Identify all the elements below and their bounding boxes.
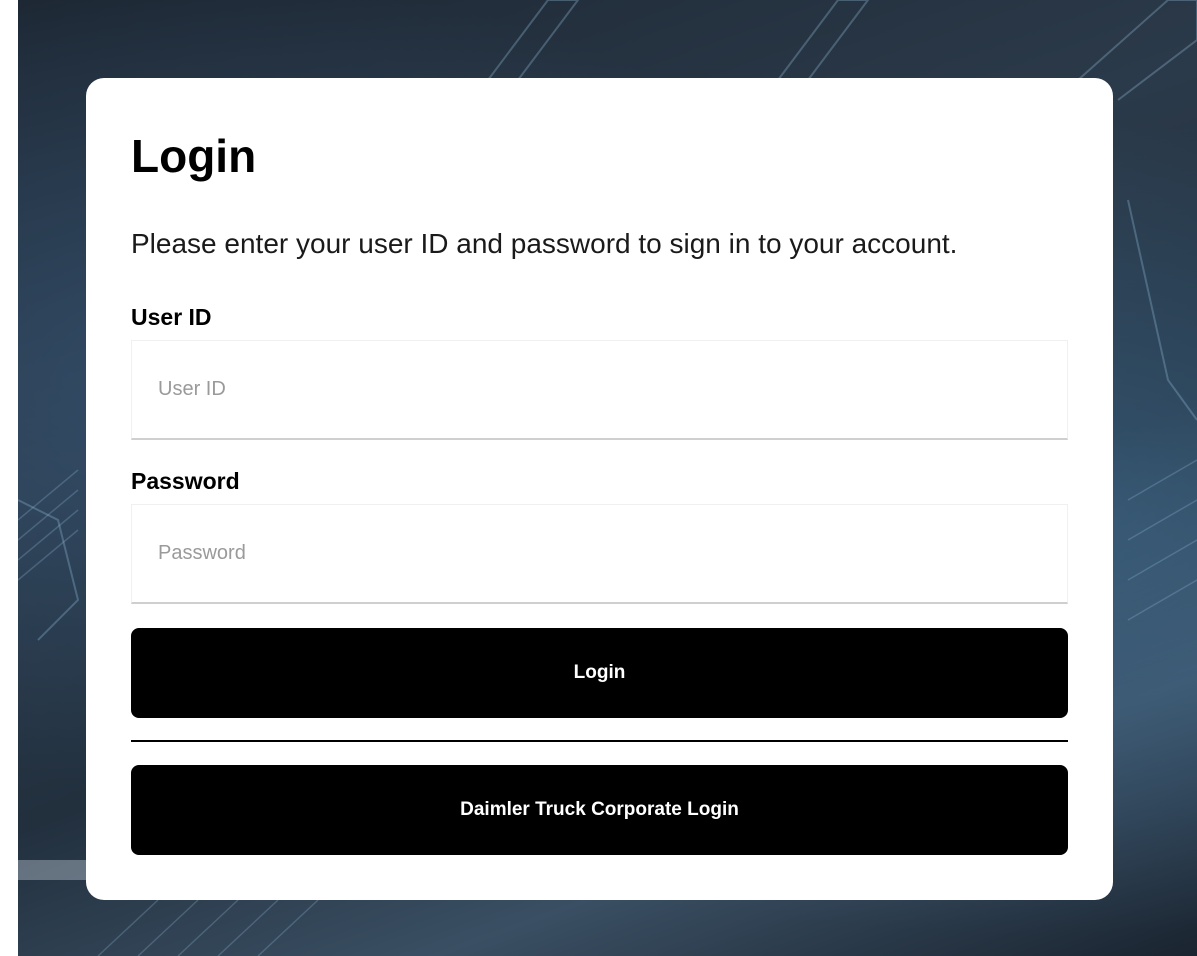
password-label: Password (131, 468, 240, 494)
corporate-login-button[interactable]: Daimler Truck Corporate Login (131, 765, 1068, 855)
divider (131, 740, 1068, 742)
user-id-input[interactable] (131, 340, 1068, 440)
login-button[interactable]: Login (131, 628, 1068, 718)
login-card: Login Please enter your user ID and pass… (86, 78, 1113, 900)
page-title: Login (131, 130, 257, 182)
user-id-label: User ID (131, 304, 212, 330)
login-instructions: Please enter your user ID and password t… (131, 228, 958, 259)
password-input[interactable] (131, 504, 1068, 604)
